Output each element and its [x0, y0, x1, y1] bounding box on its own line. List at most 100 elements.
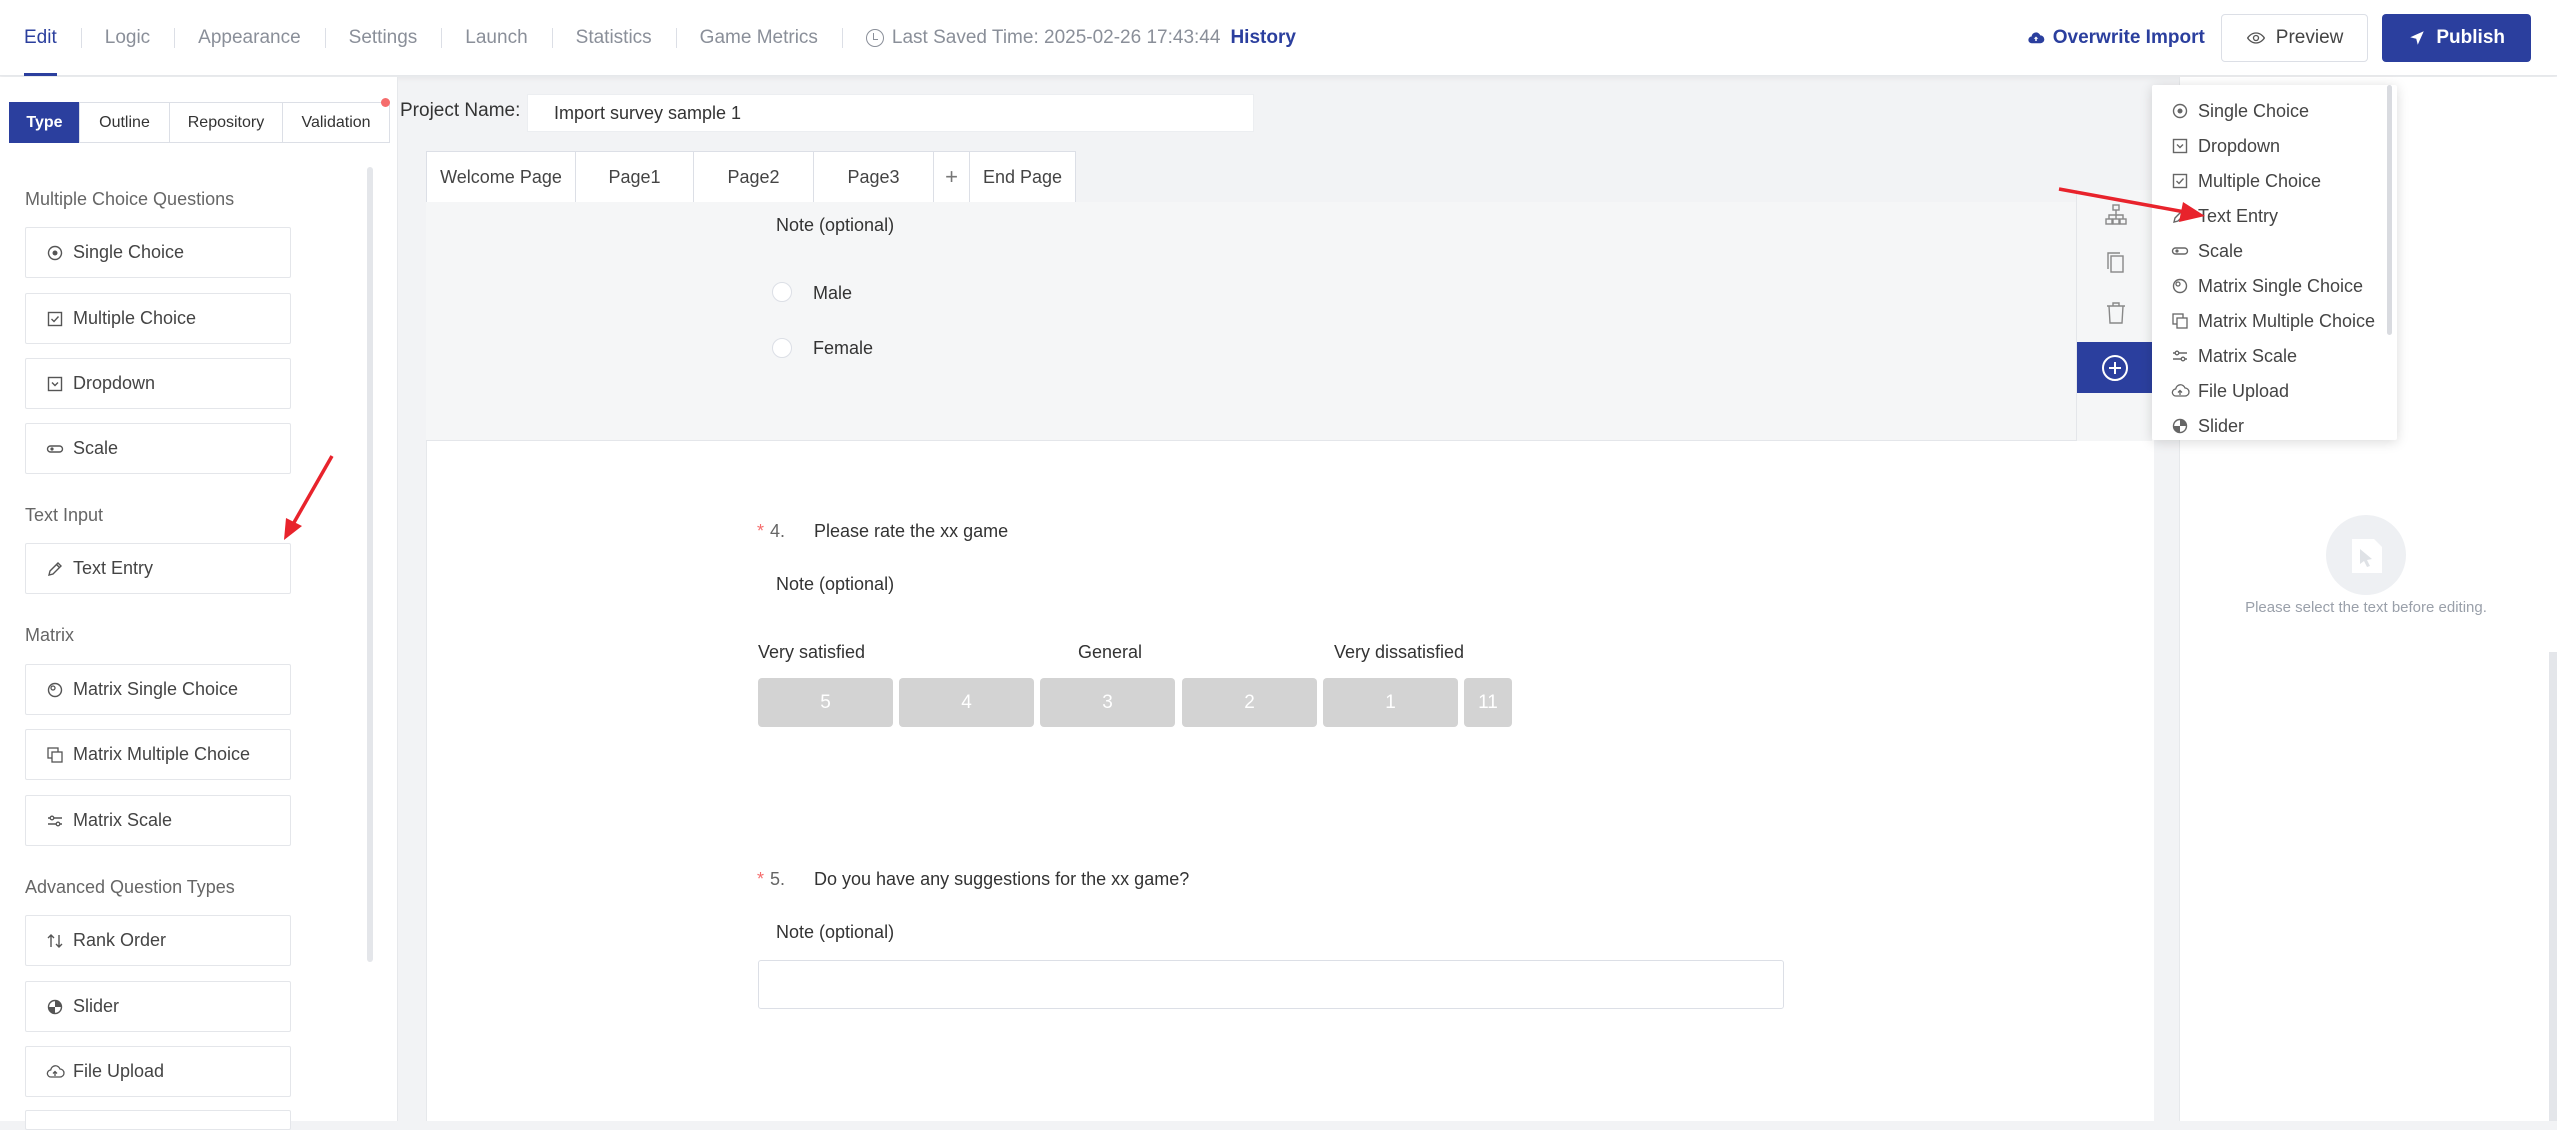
dropdown-item-scale[interactable]: Scale [2170, 238, 2243, 264]
question-tools [2076, 190, 2152, 441]
q5-answer-textarea[interactable] [758, 960, 1784, 1009]
dropdown-item-dropdown[interactable]: Dropdown [2170, 133, 2280, 159]
right-panel-scrollbar[interactable] [2549, 652, 2557, 1121]
nav-logic[interactable]: Logic [80, 0, 174, 76]
delete-icon[interactable] [2103, 300, 2129, 326]
overwrite-import-button[interactable]: Overwrite Import [2027, 27, 2205, 49]
nav-edit[interactable]: Edit [24, 0, 81, 76]
add-text-entry-button[interactable]: Text Entry [25, 543, 291, 594]
tab-validation[interactable]: Validation [282, 102, 390, 143]
cloud-upload-icon [2028, 32, 2045, 44]
add-slider-button[interactable]: Slider [25, 981, 291, 1032]
qtype-label: Text Entry [73, 558, 154, 578]
copy-icon[interactable] [2103, 250, 2129, 276]
dropdown-item-label: Slider [2198, 415, 2245, 436]
q4-scale-option[interactable]: 11 [1464, 678, 1512, 727]
tab-welcome-page[interactable]: Welcome Page [427, 152, 576, 202]
add-scale-button[interactable]: Scale [25, 423, 291, 474]
left-panel-tabs: Type Outline Repository Validation [9, 102, 390, 143]
left-panel-scrollbar[interactable] [367, 167, 373, 962]
project-name-input[interactable]: Import survey sample 1 [527, 94, 1254, 132]
dropdown-item-label: File Upload [2198, 380, 2290, 401]
add-matrix-single-choice-button[interactable]: Matrix Single Choice [25, 664, 291, 715]
matrix-single-icon [45, 680, 65, 700]
dropdown-item-matrix-scale[interactable]: Matrix Scale [2170, 343, 2297, 369]
add-matrix-scale-button[interactable]: Matrix Scale [25, 795, 291, 846]
dropdown-item-single-choice[interactable]: Single Choice [2170, 98, 2309, 124]
top-nav: Edit Logic Appearance Settings Launch St… [24, 0, 1296, 76]
dropdown-item-matrix-single-choice[interactable]: Matrix Single Choice [2170, 273, 2363, 299]
q5-note[interactable]: Note (optional) [776, 922, 894, 943]
add-dropdown-button[interactable]: Dropdown [25, 358, 291, 409]
matrix-scale-icon [45, 811, 65, 831]
dropdown-item-file-upload[interactable]: File Upload [2170, 378, 2289, 404]
scale-icon [2170, 241, 2190, 261]
tab-type[interactable]: Type [9, 102, 80, 143]
publish-button[interactable]: Publish [2382, 14, 2531, 62]
tab-repository[interactable]: Repository [169, 102, 283, 143]
q3-option-male[interactable]: Male [813, 283, 852, 304]
nav-appearance[interactable]: Appearance [174, 0, 324, 76]
q4-scale-option[interactable]: 2 [1182, 678, 1317, 727]
tab-page1[interactable]: Page1 [576, 152, 694, 202]
q3-option-female[interactable]: Female [813, 338, 873, 359]
group-title-text-input: Text Input [25, 505, 104, 525]
add-multiple-choice-button[interactable]: Multiple Choice [25, 293, 291, 344]
dropdown-item-multiple-choice[interactable]: Multiple Choice [2170, 168, 2321, 194]
notification-dot [381, 98, 390, 107]
preview-button[interactable]: Preview [2220, 14, 2369, 62]
q4-scale-option[interactable]: 5 [758, 678, 893, 727]
dropdown-item-matrix-multiple-choice[interactable]: Matrix Multiple Choice [2170, 308, 2375, 334]
qtype-label: Matrix Single Choice [73, 679, 239, 699]
tab-end-page[interactable]: End Page [970, 152, 1075, 202]
group-title-multiple-choice: Multiple Choice Questions [25, 189, 235, 209]
dropdown-item-text-entry[interactable]: Text Entry [2170, 203, 2278, 229]
q4-title[interactable]: Please rate the xx game [814, 521, 1008, 542]
last-saved-text: Last Saved Time: 2025-02-26 17:43:44 [891, 27, 1221, 48]
q5-title[interactable]: Do you have any suggestions for the xx g… [814, 869, 1189, 890]
project-name-label: Project Name: [400, 100, 521, 121]
qtype-label: Scale [73, 438, 119, 458]
tab-page2[interactable]: Page2 [694, 152, 814, 202]
group-title-matrix: Matrix [25, 625, 74, 645]
q4-scale-option[interactable]: 1 [1323, 678, 1458, 727]
empty-state-illustration [2326, 515, 2406, 595]
nav-settings[interactable]: Settings [324, 0, 442, 76]
cloud-upload-icon [2170, 381, 2190, 401]
publish-label: Publish [2436, 27, 2505, 48]
q4-number: * 4. [757, 521, 785, 542]
qtype-label: Slider [73, 996, 120, 1016]
history-link[interactable]: History [1230, 27, 1295, 49]
overwrite-import-label: Overwrite Import [2052, 27, 2205, 48]
q3-radio-female[interactable] [772, 338, 792, 358]
q3-note[interactable]: Note (optional) [776, 215, 894, 236]
q4-scale-option[interactable]: 3 [1040, 678, 1175, 727]
tab-outline[interactable]: Outline [79, 102, 170, 143]
dropdown-item-label: Scale [2198, 240, 2244, 261]
q4-scale-option[interactable]: 4 [899, 678, 1034, 727]
q4-scale-label-right[interactable]: Very dissatisfied [1334, 642, 1464, 663]
nav-statistics[interactable]: Statistics [551, 0, 676, 76]
q4-scale-label-left[interactable]: Very satisfied [758, 642, 865, 663]
add-page-button[interactable]: + [934, 152, 970, 202]
nav-launch[interactable]: Launch [441, 0, 551, 76]
add-file-upload-button[interactable]: File Upload [25, 1046, 291, 1097]
page-tabs: Welcome Page Page1 Page2 Page3 + End Pag… [426, 151, 1076, 203]
nav-game-metrics[interactable]: Game Metrics [675, 0, 842, 76]
q5-number: * 5. [757, 869, 785, 890]
dropdown-scrollbar[interactable] [2387, 85, 2392, 335]
dropdown-item-slider[interactable]: Slider [2170, 413, 2244, 439]
matrix-multiple-icon [2170, 311, 2190, 331]
hierarchy-icon[interactable] [2103, 202, 2129, 228]
q4-scale-label-middle[interactable]: General [1078, 642, 1142, 663]
dropdown-icon [45, 374, 65, 394]
question-3-block[interactable] [426, 202, 2076, 441]
add-question-button[interactable] [2077, 342, 2153, 393]
q4-note[interactable]: Note (optional) [776, 574, 894, 595]
tab-page3[interactable]: Page3 [814, 152, 934, 202]
add-matrix-multiple-choice-button[interactable]: Matrix Multiple Choice [25, 729, 291, 780]
add-rank-order-button[interactable]: Rank Order [25, 915, 291, 966]
add-single-choice-button[interactable]: Single Choice [25, 227, 291, 278]
q3-radio-male[interactable] [772, 282, 792, 302]
add-more-question-button[interactable] [25, 1110, 291, 1130]
